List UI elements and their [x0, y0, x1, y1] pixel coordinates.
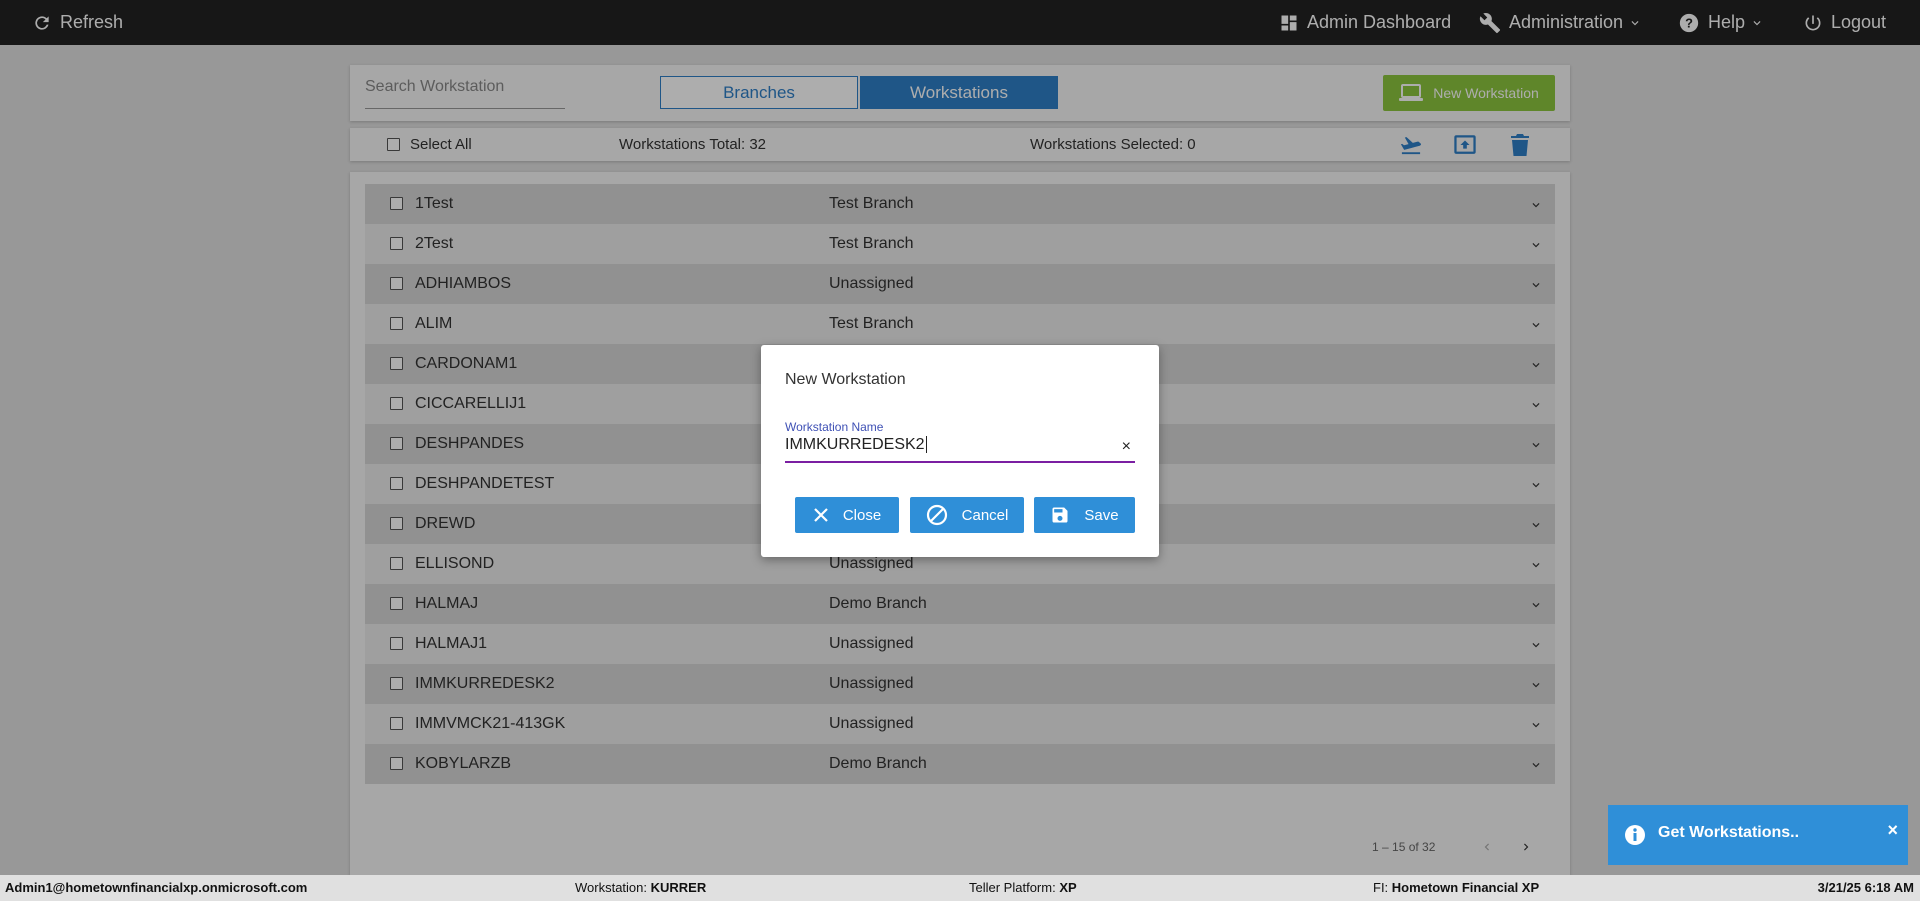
cancel-label: Cancel — [961, 506, 1009, 524]
save-icon — [1052, 507, 1068, 523]
ban-icon — [926, 504, 947, 526]
status-fi-label: FI: — [1373, 880, 1392, 895]
workstation-name-label: Workstation Name — [785, 420, 884, 434]
toast-close-icon[interactable]: × — [1887, 820, 1898, 841]
status-fi: FI: Hometown Financial XP — [1373, 880, 1539, 895]
dialog-title: New Workstation — [785, 371, 906, 388]
close-label: Close — [842, 506, 882, 524]
toast-notification: Get Workstations.. × — [1608, 805, 1908, 865]
status-platform: Teller Platform: XP — [969, 880, 1077, 895]
workstation-name-field[interactable]: IMMKURREDESK2 × — [785, 436, 1135, 463]
toast-message: Get Workstations.. — [1658, 824, 1800, 841]
status-workstation: Workstation: KURRER — [575, 880, 706, 895]
status-fi-value: Hometown Financial XP — [1391, 880, 1540, 895]
status-workstation-value: KURRER — [650, 880, 707, 895]
info-icon — [1625, 825, 1645, 845]
status-datetime: 3/21/25 6:18 AM — [1817, 880, 1914, 895]
status-platform-value: XP — [1059, 880, 1077, 895]
close-icon — [814, 508, 828, 522]
status-bar: Admin1@hometownfinancialxp.onmicrosoft.c… — [0, 875, 1920, 901]
save-button[interactable]: Save — [1034, 497, 1135, 533]
close-button[interactable]: Close — [795, 497, 899, 533]
cancel-button[interactable]: Cancel — [910, 497, 1024, 533]
text-caret — [925, 436, 927, 454]
status-platform-label: Teller Platform: — [969, 880, 1060, 895]
clear-field-icon[interactable]: × — [1122, 438, 1131, 456]
status-workstation-label: Workstation: — [575, 880, 651, 895]
new-workstation-dialog: New Workstation Workstation Name IMMKURR… — [761, 345, 1159, 557]
status-user: Admin1@hometownfinancialxp.onmicrosoft.c… — [5, 880, 308, 895]
workstation-name-value[interactable]: IMMKURREDESK2 — [785, 436, 925, 453]
save-label: Save — [1084, 506, 1119, 524]
